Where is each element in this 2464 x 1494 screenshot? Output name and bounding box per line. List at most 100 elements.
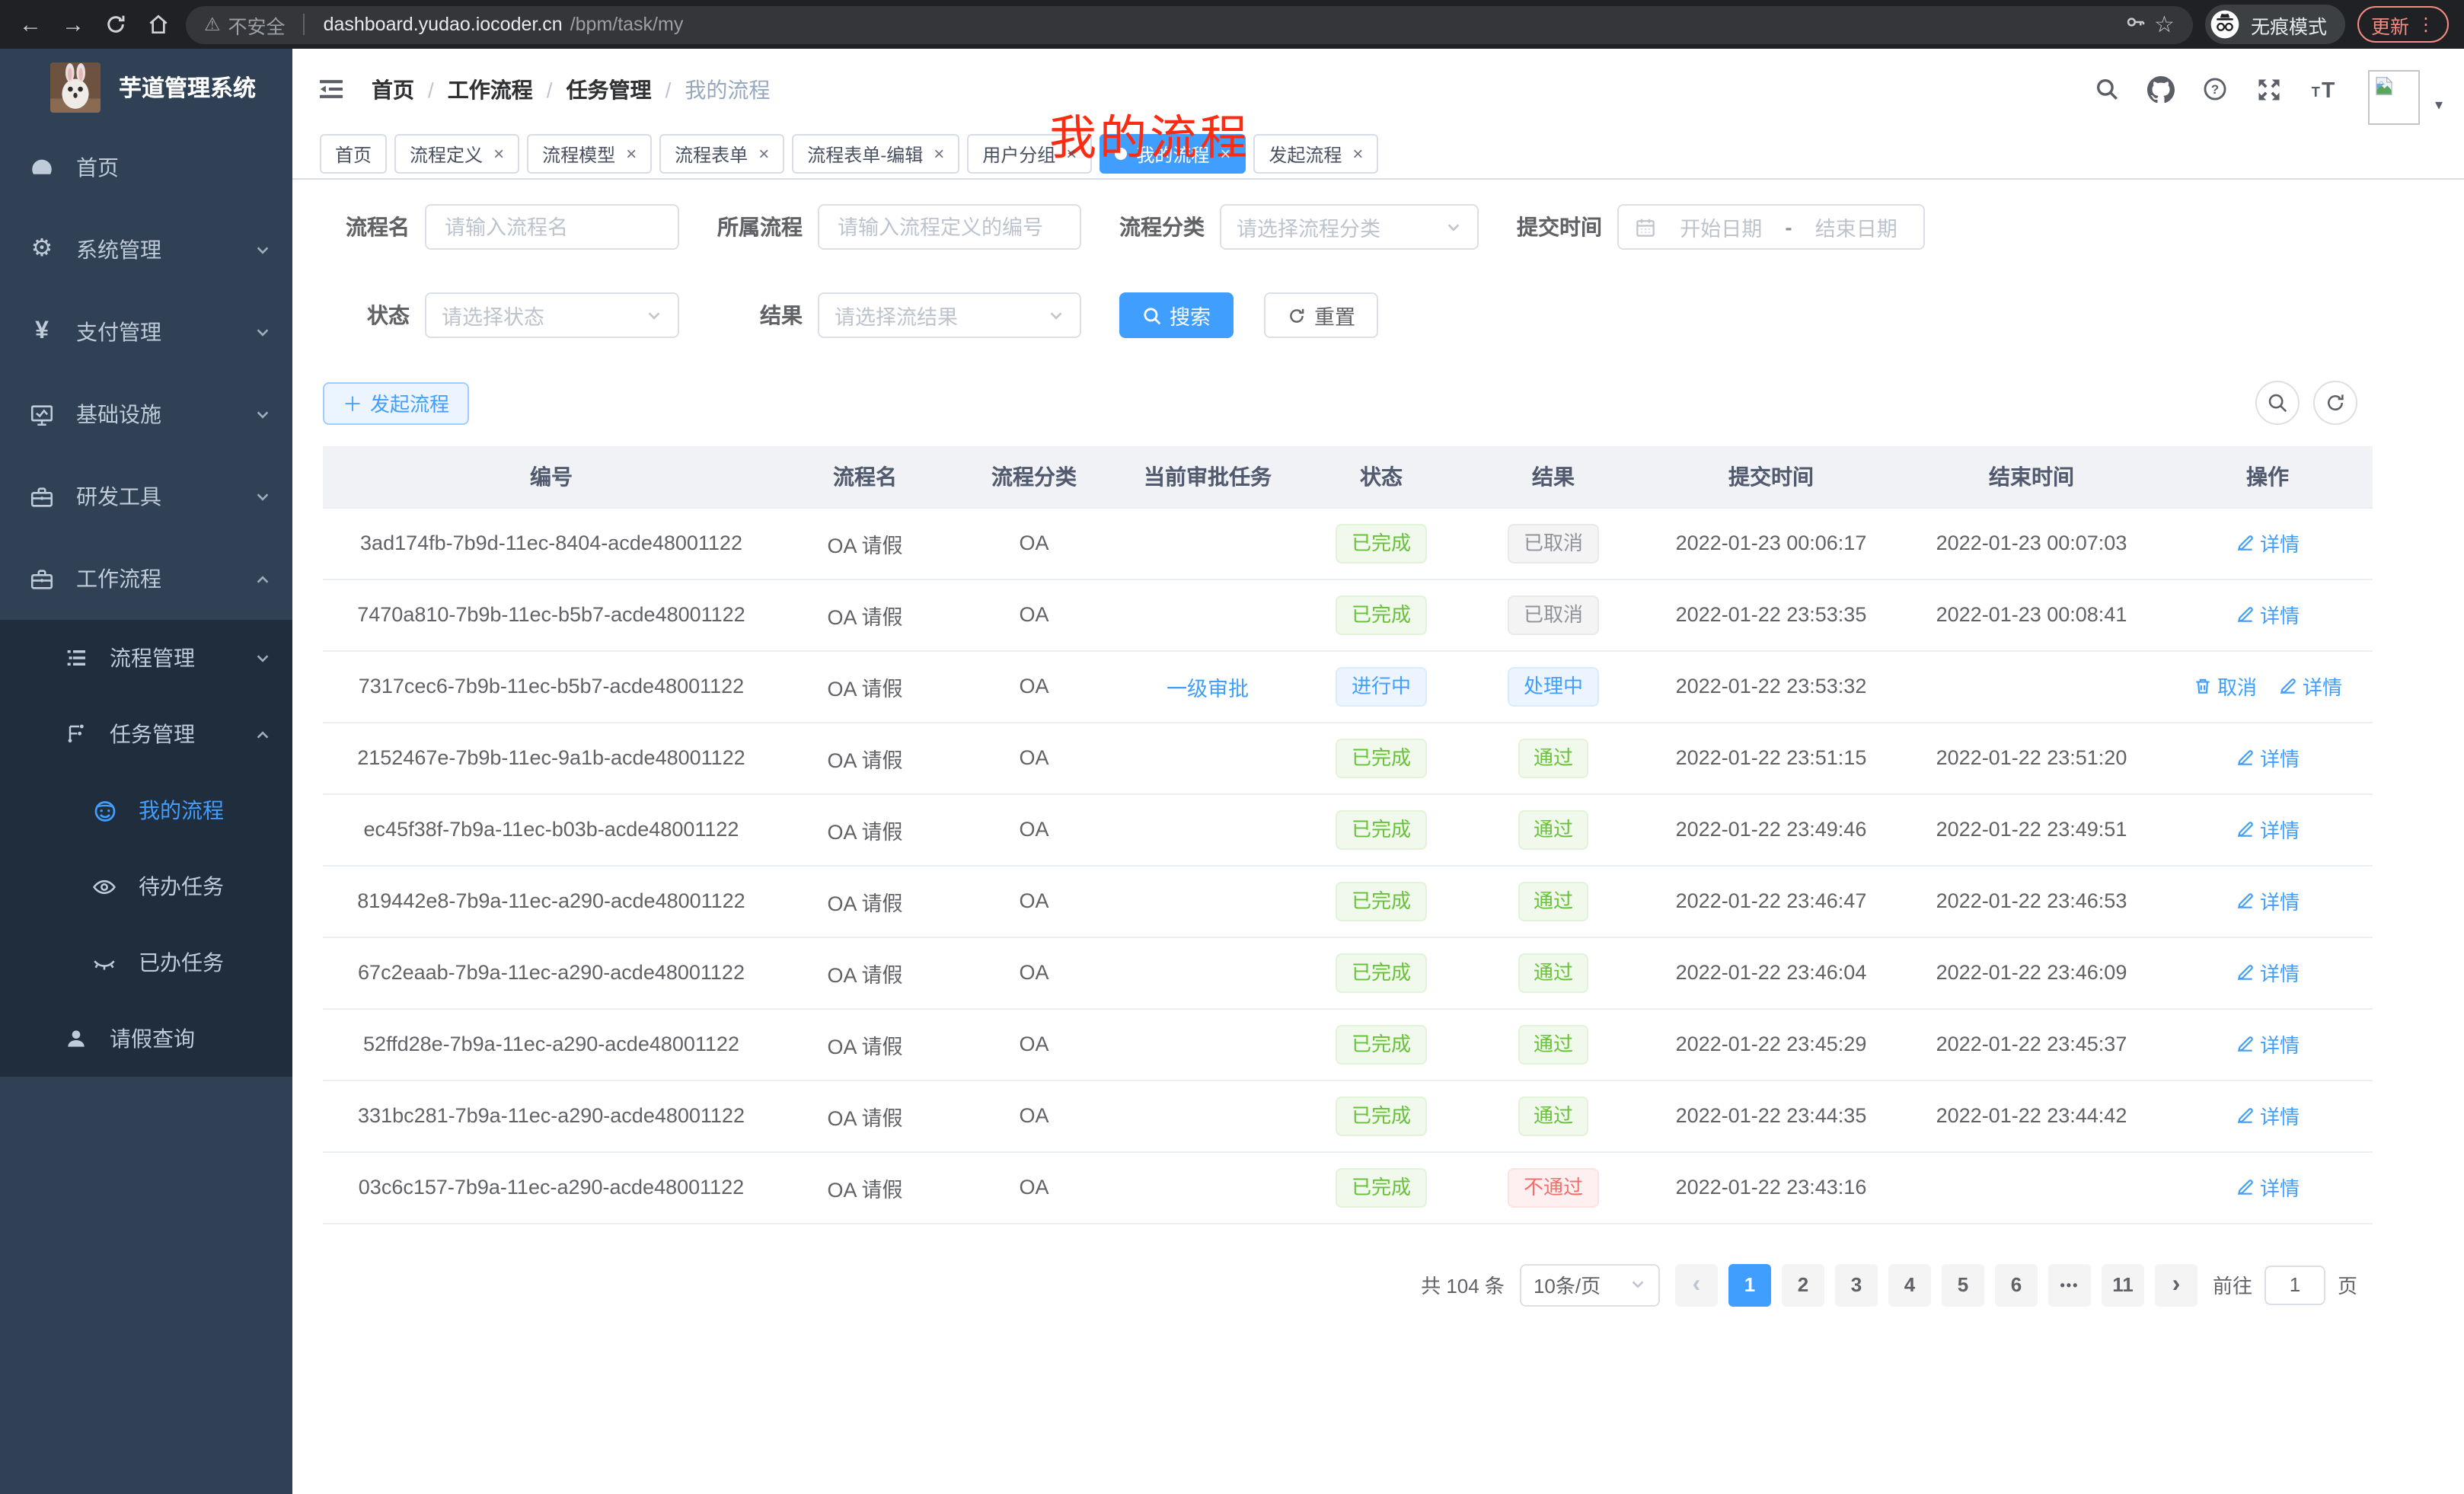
detail-link[interactable]: 详情 (2236, 815, 2300, 844)
page-size-select[interactable]: 10条/页 (1520, 1263, 1660, 1306)
url-bar[interactable]: ⚠ 不安全 dashboard.yudao.iocoder.cn/bpm/tas… (186, 5, 2193, 43)
cell-actions: 详情 (2162, 1080, 2373, 1151)
sidebar-item-system-management[interactable]: ⚙系统管理 (0, 209, 292, 291)
next-page-button[interactable]: › (2155, 1263, 2197, 1306)
user-menu-caret-icon[interactable]: ▾ (2435, 97, 2443, 114)
bookmark-star-icon[interactable]: ☆ (2154, 11, 2175, 38)
page-content: 流程名 所属流程 流程分类 请选择流程分类 提交时间 (292, 180, 2464, 1494)
sidebar-item-infrastructure[interactable]: 基础设施 (0, 373, 292, 455)
sidebar-collapse-icon[interactable] (317, 75, 346, 104)
pagination-total: 共 104 条 (1421, 1270, 1505, 1299)
browser-menu-icon[interactable]: ⋮ (2417, 14, 2435, 35)
breadcrumb-item[interactable]: 工作流程 (448, 74, 533, 104)
cell-name: OA 请假 (780, 793, 950, 865)
detail-link[interactable]: 详情 (2236, 1030, 2300, 1058)
detail-link[interactable]: 详情 (2236, 886, 2300, 915)
status-select[interactable]: 请选择状态 (425, 292, 679, 338)
detail-link[interactable]: 详情 (2236, 743, 2300, 772)
sidebar-item-task-management[interactable]: 任务管理 (0, 696, 292, 772)
cell-submit-time: 2022-01-22 23:43:16 (1642, 1151, 1901, 1223)
search-icon[interactable] (2094, 76, 2120, 102)
search-button-label: 搜索 (1170, 300, 1211, 330)
tab-process-form-edit[interactable]: 流程表单-编辑× (792, 134, 959, 174)
font-size-icon[interactable]: TT (2310, 74, 2341, 104)
more-pages-button[interactable]: ••• (2048, 1263, 2091, 1306)
browser-forward-icon[interactable]: → (58, 9, 88, 40)
pagination: 共 104 条10条/页‹123456•••11›前往页 (323, 1263, 2357, 1306)
cell-actions: 详情 (2162, 722, 2373, 793)
github-icon[interactable] (2147, 75, 2175, 103)
result-placeholder: 请选择流结果 (835, 300, 958, 330)
sidebar-item-todo-tasks[interactable]: 待办任务 (0, 848, 292, 924)
cell-id: 7317cec6-7b9b-11ec-b5b7-acde48001122 (323, 650, 780, 722)
process-category-select[interactable]: 请选择流程分类 (1220, 204, 1479, 250)
browser-update-button[interactable]: 更新 ⋮ (2357, 6, 2449, 43)
refresh-table-button[interactable] (2313, 381, 2357, 425)
tab-close-icon[interactable]: × (1066, 143, 1077, 164)
prev-page-button[interactable]: ‹ (1675, 1263, 1718, 1306)
result-badge: 通过 (1518, 1096, 1588, 1135)
detail-link[interactable]: 详情 (2236, 528, 2300, 557)
page-button-1[interactable]: 1 (1728, 1263, 1771, 1306)
page-button-4[interactable]: 4 (1888, 1263, 1931, 1306)
tab-process-definition[interactable]: 流程定义× (394, 134, 519, 174)
parent-process-input[interactable] (818, 204, 1081, 250)
fullscreen-icon[interactable] (2255, 75, 2283, 103)
tab-close-icon[interactable]: × (758, 143, 769, 164)
browser-back-icon[interactable]: ← (15, 9, 46, 40)
tab-close-icon[interactable]: × (493, 143, 504, 164)
submit-time-range-picker[interactable]: 开始日期 - 结束日期 (1617, 204, 1925, 250)
tab-process-form[interactable]: 流程表单× (659, 134, 784, 174)
browser-home-icon[interactable] (143, 9, 174, 40)
sidebar-item-leave-query[interactable]: 请假查询 (0, 1001, 292, 1077)
page-button-3[interactable]: 3 (1835, 1263, 1878, 1306)
breadcrumb-item[interactable]: 任务管理 (567, 74, 652, 104)
sidebar-logo-row[interactable]: 芋道管理系统 (0, 49, 292, 126)
tab-close-icon[interactable]: × (934, 143, 944, 164)
page-button-5[interactable]: 5 (1942, 1263, 1984, 1306)
detail-link[interactable]: 详情 (2278, 672, 2342, 701)
search-button[interactable]: 搜索 (1119, 292, 1234, 338)
avatar[interactable] (2368, 69, 2420, 124)
detail-link[interactable]: 详情 (2236, 600, 2300, 629)
page-button-11[interactable]: 11 (2102, 1263, 2144, 1306)
breadcrumb-item[interactable]: 首页 (372, 74, 414, 104)
tab-start-process[interactable]: 发起流程× (1253, 134, 1378, 174)
detail-link[interactable]: 详情 (2236, 1173, 2300, 1202)
help-icon[interactable]: ? (2202, 76, 2228, 102)
security-warning-icon[interactable]: ⚠ (204, 14, 221, 35)
tab-close-icon[interactable]: × (1220, 143, 1230, 164)
tab-home[interactable]: 首页 (320, 134, 387, 174)
sidebar-item-process-management[interactable]: 流程管理 (0, 620, 292, 696)
chevron-down-icon (1048, 307, 1064, 324)
detail-link[interactable]: 详情 (2236, 958, 2300, 987)
tab-process-model[interactable]: 流程模型× (527, 134, 652, 174)
create-process-button[interactable]: ＋ 发起流程 (323, 381, 469, 424)
page-button-6[interactable]: 6 (1995, 1263, 2038, 1306)
sidebar-item-my-process[interactable]: 我的流程 (0, 772, 292, 848)
cell-name: OA 请假 (780, 1151, 950, 1223)
password-key-icon[interactable] (2124, 11, 2146, 38)
current-task-link[interactable]: 一级审批 (1167, 677, 1249, 700)
tab-close-icon[interactable]: × (626, 143, 637, 164)
chevron-down-icon (254, 324, 271, 340)
sidebar-item-dev-tools[interactable]: 研发工具 (0, 455, 292, 538)
page-button-2[interactable]: 2 (1782, 1263, 1824, 1306)
cancel-link[interactable]: 取消 (2193, 672, 2257, 701)
url-path: /bpm/task/my (570, 14, 684, 35)
browser-reload-icon[interactable] (101, 9, 131, 40)
tab-close-icon[interactable]: × (1352, 143, 1363, 164)
sidebar-item-workflow[interactable]: 工作流程 (0, 538, 292, 620)
sidebar-item-done-tasks[interactable]: 已办任务 (0, 924, 292, 1001)
process-name-input[interactable] (425, 204, 679, 250)
reset-button[interactable]: 重置 (1264, 292, 1378, 338)
sidebar-item-home[interactable]: 首页 (0, 126, 292, 209)
detail-link[interactable]: 详情 (2236, 1101, 2300, 1130)
breadcrumb-separator: / (665, 77, 672, 101)
goto-page-input[interactable] (2265, 1265, 2325, 1304)
sidebar-item-payment-management[interactable]: ¥支付管理 (0, 291, 292, 373)
show-search-button[interactable] (2255, 381, 2300, 425)
result-select[interactable]: 请选择流结果 (818, 292, 1081, 338)
cell-submit-time: 2022-01-22 23:44:35 (1642, 1080, 1901, 1151)
page-buttons: ‹123456••• 11 › (1675, 1263, 2197, 1306)
